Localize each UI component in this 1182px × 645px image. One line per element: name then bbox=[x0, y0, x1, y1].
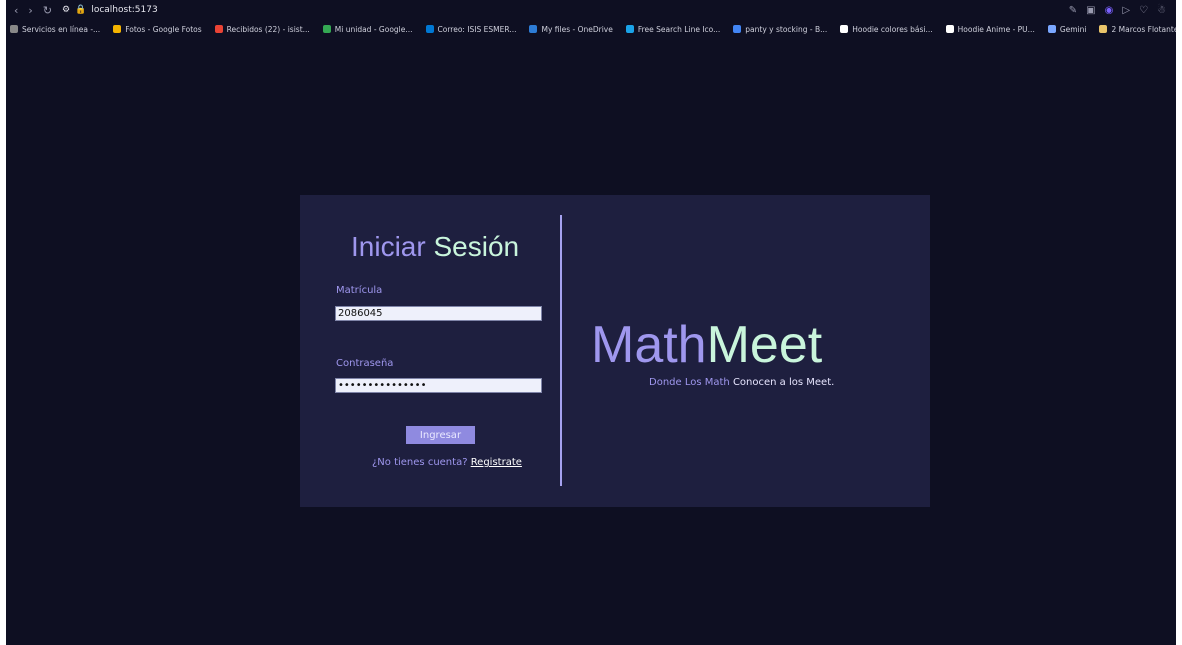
url-text[interactable]: localhost:5173 bbox=[91, 5, 157, 15]
browser-toolbar: ‹ › ↻ ⚙ 🔒 localhost:5173 ✎ ▣ ◉ ▷ ♡ ☃ bbox=[6, 0, 1176, 20]
heart-icon[interactable]: ♡ bbox=[1139, 5, 1148, 16]
bookmark-item[interactable]: Mi unidad - Google... bbox=[322, 24, 413, 34]
title-part-2: Sesión bbox=[433, 231, 520, 262]
forward-icon[interactable]: › bbox=[28, 4, 32, 17]
bookmark-label: 2 Marcos Flotantes... bbox=[1111, 24, 1176, 34]
bookmark-label: Servicios en línea -... bbox=[22, 24, 101, 34]
bookmark-item[interactable]: Hoodie Anime - PU... bbox=[945, 24, 1035, 34]
brand-part-1: Math bbox=[591, 316, 707, 374]
search-site-icon bbox=[625, 25, 634, 33]
bookmark-label: Recibidos (22) - isist... bbox=[226, 24, 310, 34]
bookmark-label: Fotos - Google Fotos bbox=[125, 24, 202, 34]
password-input[interactable]: ••••••••••••••• bbox=[335, 378, 542, 393]
back-icon[interactable]: ‹ bbox=[14, 4, 18, 17]
lock-icon: 🔒 bbox=[75, 5, 87, 15]
address-bar[interactable]: ⚙ 🔒 localhost:5173 bbox=[62, 5, 158, 15]
bookmark-item[interactable]: Gemini bbox=[1047, 24, 1087, 34]
page-title: Iniciar Sesión bbox=[351, 231, 519, 263]
bookmark-item[interactable]: Recibidos (22) - isist... bbox=[214, 24, 310, 34]
bookmark-label: Mi unidad - Google... bbox=[334, 24, 413, 34]
password-label: Contraseña bbox=[336, 358, 394, 369]
brand-logo: MathMeet bbox=[591, 315, 822, 375]
bookmark-item[interactable]: Free Search Line Ico... bbox=[625, 24, 721, 34]
gmail-icon bbox=[214, 25, 223, 33]
drive-icon bbox=[322, 25, 331, 33]
shop-icon bbox=[945, 25, 954, 33]
globe-icon bbox=[10, 25, 18, 33]
brand-tagline: Donde Los Math Conocen a los Meet. bbox=[649, 377, 834, 388]
bookmark-label: Gemini bbox=[1059, 24, 1087, 34]
photos-icon bbox=[113, 25, 122, 33]
send-icon[interactable]: ▷ bbox=[1122, 5, 1130, 16]
site-settings-icon[interactable]: ⚙ bbox=[62, 5, 70, 15]
bookmark-item[interactable]: Correo: ISIS ESMER... bbox=[425, 24, 517, 34]
folder-icon bbox=[1099, 25, 1108, 33]
google-icon bbox=[733, 25, 742, 33]
login-button[interactable]: Ingresar bbox=[406, 426, 475, 444]
bookmark-item[interactable]: Fotos - Google Fotos bbox=[113, 24, 202, 34]
matricula-label: Matrícula bbox=[336, 285, 383, 296]
title-part-1: Iniciar bbox=[351, 231, 426, 262]
onedrive-icon bbox=[529, 25, 538, 33]
reload-icon[interactable]: ↻ bbox=[43, 4, 52, 17]
bookmark-label: My files - OneDrive bbox=[541, 24, 613, 34]
signup-question: ¿No tienes cuenta? bbox=[372, 457, 468, 468]
signup-prompt: ¿No tienes cuenta? Registrate bbox=[372, 457, 522, 468]
bookmark-item[interactable]: Hoodie colores bási... bbox=[840, 24, 933, 34]
bookmark-label: Hoodie Anime - PU... bbox=[957, 24, 1035, 34]
signup-link[interactable]: Registrate bbox=[471, 457, 522, 468]
bookmark-item[interactable]: 2 Marcos Flotantes... bbox=[1099, 25, 1176, 34]
bookmark-label: Free Search Line Ico... bbox=[637, 24, 721, 34]
camera-icon[interactable]: ▣ bbox=[1086, 5, 1095, 16]
shop-icon bbox=[840, 25, 849, 33]
bookmark-label: Correo: ISIS ESMER... bbox=[437, 24, 517, 34]
bookmark-item[interactable]: My files - OneDrive bbox=[529, 24, 613, 34]
bookmark-item[interactable]: Servicios en línea -... bbox=[10, 25, 100, 34]
brand-part-2: Meet bbox=[706, 316, 823, 374]
tagline-part-2: Conocen a los Meet. bbox=[732, 377, 835, 388]
login-card: Iniciar Sesión Matrícula 2086045 Contras… bbox=[300, 195, 930, 507]
tagline-part-1: Donde Los Math bbox=[649, 377, 730, 388]
outlook-icon bbox=[425, 25, 434, 33]
edit-icon[interactable]: ✎ bbox=[1069, 5, 1077, 16]
bookmarks-bar: Servicios en línea -... Fotos - Google Fo… bbox=[6, 20, 1176, 38]
shield-icon[interactable]: ◉ bbox=[1105, 5, 1114, 16]
gemini-icon bbox=[1047, 25, 1056, 33]
matricula-input[interactable]: 2086045 bbox=[335, 306, 542, 321]
divider bbox=[560, 215, 562, 486]
bookmark-label: panty y stocking - B... bbox=[745, 24, 828, 34]
profile-icon[interactable]: ☃ bbox=[1157, 5, 1166, 16]
bookmark-item[interactable]: panty y stocking - B... bbox=[733, 25, 827, 34]
bookmark-label: Hoodie colores bási... bbox=[852, 24, 933, 34]
